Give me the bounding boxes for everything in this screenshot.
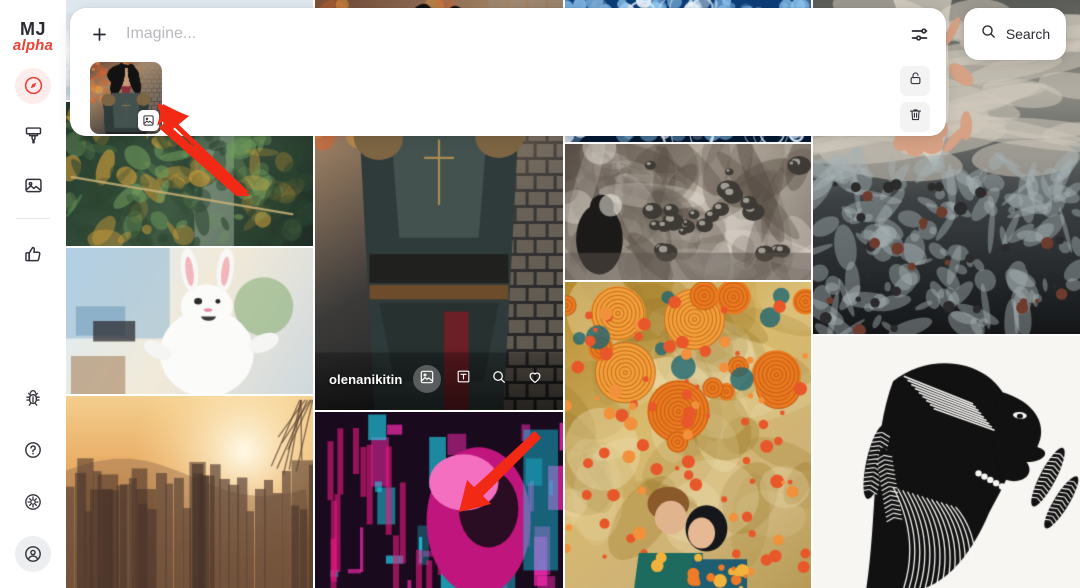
delete-button[interactable] (900, 102, 930, 132)
gallery-tile-gold-lovers[interactable] (565, 282, 811, 588)
unlock-icon (908, 71, 923, 91)
tile-image (565, 144, 811, 280)
app-root: olenanikitin MJ alpha Imagine... Search (0, 0, 1080, 588)
brightness-icon (23, 492, 43, 512)
sidebar-item-rate[interactable] (15, 237, 51, 273)
prompt-bar (70, 8, 946, 136)
image-icon (23, 175, 44, 196)
heart-icon (527, 369, 543, 390)
gallery-tile-city-sunset[interactable] (66, 396, 313, 588)
tile-action-text[interactable] (449, 365, 477, 393)
text-box-icon (456, 369, 471, 389)
thumbs-up-icon (23, 244, 44, 265)
sidebar-item-create[interactable] (15, 118, 51, 154)
tile-username[interactable]: olenanikitin (329, 372, 413, 387)
sidebar-divider (16, 217, 50, 219)
tile-action-variations[interactable] (413, 365, 441, 393)
sidebar-item-report-bug[interactable] (15, 380, 51, 416)
search-icon (491, 369, 507, 390)
sidebar-item-organize[interactable] (15, 168, 51, 204)
logo-alpha: alpha (12, 37, 54, 55)
prompt-reference-thumbnail-wrap (90, 62, 162, 134)
paintbrush-icon (23, 125, 44, 146)
tile-image (66, 396, 313, 588)
sidebar-item-account[interactable] (15, 536, 51, 572)
sidebar: MJ alpha (0, 0, 66, 588)
prompt-input[interactable] (126, 25, 909, 43)
question-circle-icon (23, 440, 43, 460)
search-icon (980, 23, 997, 45)
prompt-utility-buttons (900, 66, 930, 132)
tile-image (66, 248, 313, 394)
image-variation-icon (419, 369, 435, 390)
tile-image (565, 282, 811, 588)
gallery-tile-feather-silhouette[interactable] (813, 336, 1080, 588)
tile-action-favorite[interactable] (521, 365, 549, 393)
plus-icon[interactable] (90, 25, 109, 44)
featured-tile-toolbar: olenanikitin (315, 348, 563, 410)
prompt-reference-thumbnail[interactable] (90, 62, 162, 134)
gallery-tile-ash-meditation[interactable] (565, 144, 811, 280)
search-button-label: Search (1005, 26, 1051, 42)
gallery-tile-bunny-office[interactable] (66, 248, 313, 394)
unlock-button[interactable] (900, 66, 930, 96)
sidebar-bottom (15, 364, 51, 588)
compass-icon (23, 75, 44, 96)
sliders-icon[interactable] (909, 24, 930, 45)
sidebar-item-explore[interactable] (15, 67, 51, 104)
trash-icon (908, 107, 923, 127)
tile-image (315, 412, 563, 588)
prompt-row (70, 8, 946, 60)
sidebar-item-theme[interactable] (15, 484, 51, 520)
gallery-tile-neon-street[interactable] (315, 412, 563, 588)
tile-image (813, 336, 1080, 588)
user-circle-icon (23, 544, 43, 564)
sidebar-item-help[interactable] (15, 432, 51, 468)
logo-mj: MJ (19, 19, 46, 39)
search-button[interactable]: Search (964, 8, 1066, 60)
bug-icon (23, 388, 43, 408)
tile-action-group (413, 365, 549, 393)
app-logo[interactable]: MJ alpha (13, 20, 53, 54)
tile-action-search-similar[interactable] (485, 365, 513, 393)
image-variation-icon[interactable] (138, 110, 159, 131)
